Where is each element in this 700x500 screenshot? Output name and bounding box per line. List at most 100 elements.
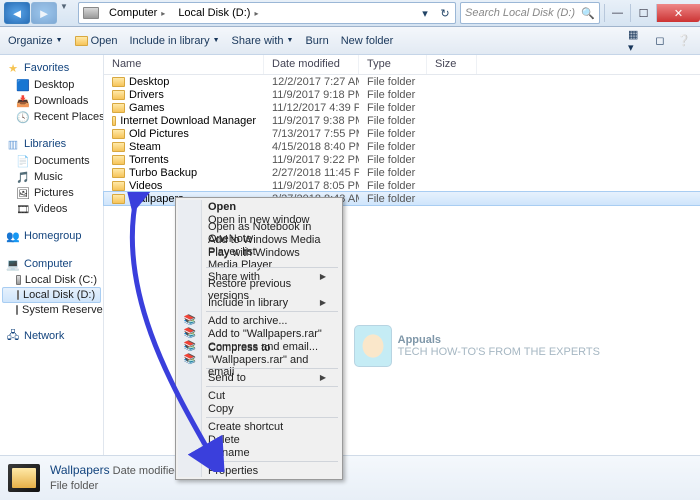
folder-thumbnail-icon [8, 464, 40, 492]
details-pane: Wallpapers Date modified: 2/27/2018 8:43… [0, 455, 700, 500]
file-row[interactable]: Videos11/9/2017 8:05 PMFile folder [104, 179, 700, 192]
folder-icon [112, 168, 125, 178]
view-options-icon[interactable]: ▦ ▾ [628, 33, 644, 49]
menu-item[interactable]: Delete [178, 433, 340, 446]
column-type[interactable]: Type [359, 55, 427, 74]
menu-item[interactable]: 📚Add to archive... [178, 314, 340, 327]
archive-icon: 📚 [183, 340, 197, 354]
downloads-icon: 📥 [16, 94, 30, 108]
file-row[interactable]: Drivers11/9/2017 9:18 PMFile folder [104, 88, 700, 101]
file-name: Desktop [129, 76, 169, 88]
open-button[interactable]: Open [75, 35, 118, 47]
menu-item[interactable]: 📚Compress to "Wallpapers.rar" and email [178, 353, 340, 366]
menu-item-label: Properties [208, 465, 258, 477]
homegroup-icon: 👥 [6, 229, 20, 243]
sidebar-item-music[interactable]: 🎵Music [0, 169, 103, 185]
sidebar-item-drive-c[interactable]: Local Disk (C:) [0, 273, 103, 287]
menu-item[interactable]: Cut [178, 389, 340, 402]
file-row[interactable]: Internet Download Manager11/9/2017 9:38 … [104, 114, 700, 127]
new-folder-button[interactable]: New folder [341, 35, 394, 47]
help-icon[interactable]: ❔ [676, 33, 692, 49]
sidebar-item-recent[interactable]: 🕓Recent Places [0, 109, 103, 125]
sidebar-item-pictures[interactable]: 🖼Pictures [0, 185, 103, 201]
file-name: Steam [129, 141, 161, 153]
drive-icon [83, 7, 99, 19]
column-name[interactable]: Name [104, 55, 264, 74]
file-row[interactable]: Desktop 12/2/2017 7:27 AMFile folder [104, 75, 700, 88]
hdd-icon [16, 305, 18, 315]
sidebar-favorites-header[interactable]: ★Favorites [0, 59, 103, 77]
preview-pane-icon[interactable]: ◻ [652, 33, 668, 49]
menu-item-label: Send to [208, 372, 246, 384]
search-input[interactable]: Search Local Disk (D:) 🔍 [460, 2, 600, 24]
refresh-icon[interactable]: ↻ [435, 7, 455, 20]
file-row[interactable]: Old Pictures7/13/2017 7:55 PMFile folder [104, 127, 700, 140]
sidebar-computer-header[interactable]: 💻Computer [0, 255, 103, 273]
menu-item[interactable]: Play with Windows Media Player [178, 252, 340, 265]
menu-item[interactable]: Properties [178, 464, 340, 477]
computer-icon: 💻 [6, 257, 20, 271]
menu-item[interactable]: Create shortcut [178, 420, 340, 433]
folder-icon [112, 77, 125, 87]
address-bar[interactable]: Computer▸ Local Disk (D:)▸ ▾ ↻ [78, 2, 456, 24]
sidebar-item-downloads[interactable]: 📥Downloads [0, 93, 103, 109]
hdd-icon [17, 290, 19, 300]
search-icon: 🔍 [581, 7, 595, 20]
file-date: 11/9/2017 9:38 PM [264, 115, 359, 127]
menu-separator [206, 311, 338, 312]
nav-forward-button[interactable]: ► [31, 2, 57, 24]
nav-history-dropdown[interactable]: ▼ [58, 2, 70, 24]
sidebar-homegroup-header[interactable]: 👥Homegroup [0, 227, 103, 245]
sidebar-item-documents[interactable]: 📄Documents [0, 153, 103, 169]
sidebar-libraries-header[interactable]: ▥Libraries [0, 135, 103, 153]
menu-item-label: Add to "Wallpapers.rar" [208, 328, 322, 340]
sidebar-item-drive-d[interactable]: Local Disk (D:) [2, 287, 101, 303]
menu-item[interactable]: Include in library▶ [178, 296, 340, 309]
file-name: Videos [129, 180, 162, 192]
file-row[interactable]: Games11/12/2017 4:39 PMFile folder [104, 101, 700, 114]
share-with-button[interactable]: Share with▼ [232, 35, 294, 47]
maximize-button[interactable]: ☐ [630, 4, 656, 22]
menu-item[interactable]: Open [178, 200, 340, 213]
sidebar-item-desktop[interactable]: 🟦Desktop [0, 77, 103, 93]
address-dropdown-icon[interactable]: ▾ [415, 7, 435, 20]
breadcrumb[interactable]: Local Disk (D:)▸ [172, 3, 265, 23]
folder-icon [112, 155, 125, 165]
menu-item-label: Create shortcut [208, 421, 283, 433]
file-name: Torrents [129, 154, 169, 166]
menu-item[interactable]: 📚Add to "Wallpapers.rar" [178, 327, 340, 340]
folder-icon [112, 116, 116, 126]
menu-item[interactable]: Restore previous versions [178, 283, 340, 296]
file-date: 11/9/2017 9:22 PM [264, 154, 359, 166]
organize-button[interactable]: Organize▼ [8, 35, 63, 47]
recent-icon: 🕓 [16, 110, 30, 124]
breadcrumb[interactable]: Computer▸ [103, 3, 172, 23]
column-size[interactable]: Size [427, 55, 477, 74]
command-toolbar: Organize▼ Open Include in library▼ Share… [0, 27, 700, 55]
details-type: File folder [50, 480, 98, 492]
network-icon: 🖧 [6, 329, 20, 343]
menu-item-label: Cut [208, 390, 225, 402]
column-date[interactable]: Date modified [264, 55, 359, 74]
sidebar-network-header[interactable]: 🖧Network [0, 327, 103, 345]
file-date: 11/9/2017 8:05 PM [264, 180, 359, 192]
menu-separator [206, 368, 338, 369]
menu-item[interactable]: Rename [178, 446, 340, 459]
file-row[interactable]: Steam4/15/2018 8:40 PMFile folder [104, 140, 700, 153]
nav-back-button[interactable]: ◄ [4, 2, 30, 24]
file-row[interactable]: Turbo Backup2/27/2018 11:45 PMFile folde… [104, 166, 700, 179]
close-button[interactable]: ✕ [656, 4, 700, 22]
file-type: File folder [359, 76, 427, 88]
menu-item[interactable]: Copy [178, 402, 340, 415]
sidebar-item-videos[interactable]: 🎞Videos [0, 201, 103, 217]
burn-button[interactable]: Burn [305, 35, 328, 47]
menu-item-label: Open [208, 201, 236, 213]
sidebar-item-drive-f[interactable]: System Reserved (F: [0, 303, 103, 317]
documents-icon: 📄 [16, 154, 30, 168]
minimize-button[interactable]: — [604, 4, 630, 22]
file-date: 12/2/2017 7:27 AM [264, 76, 359, 88]
include-library-button[interactable]: Include in library▼ [130, 35, 220, 47]
file-date: 7/13/2017 7:55 PM [264, 128, 359, 140]
file-row[interactable]: Torrents11/9/2017 9:22 PMFile folder [104, 153, 700, 166]
menu-item[interactable]: Send to▶ [178, 371, 340, 384]
